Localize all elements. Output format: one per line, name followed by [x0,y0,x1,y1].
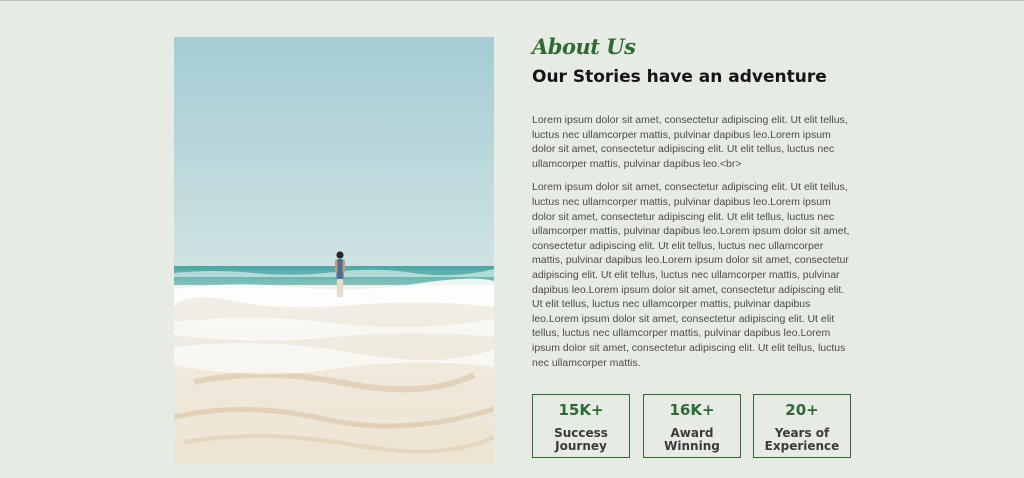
about-section: About Us Our Stories have an adventure L… [532,36,852,370]
section-eyebrow: About Us [532,34,636,59]
about-paragraph-2: Lorem ipsum dolor sit amet, consectetur … [532,181,850,369]
stat-label: Success Journey [554,426,608,453]
beach-photo [174,37,494,463]
stat-label: Years of Experience [764,426,840,453]
top-divider [0,0,1024,1]
stat-label: Award Winning [664,426,720,453]
stat-card-success-journey: 15K+ Success Journey [532,394,630,458]
stats-row: 15K+ Success Journey 16K+ Award Winning … [532,394,854,460]
stat-card-years-experience: 20+ Years of Experience [753,394,851,458]
stat-card-award-winning: 16K+ Award Winning [643,394,741,458]
about-paragraph-1: Lorem ipsum dolor sit amet, consectetur … [532,114,848,170]
stat-value: 20+ [785,401,819,419]
stat-value: 16K+ [669,401,715,419]
stat-value: 15K+ [558,401,604,419]
section-title: Our Stories have an adventure [532,67,827,87]
